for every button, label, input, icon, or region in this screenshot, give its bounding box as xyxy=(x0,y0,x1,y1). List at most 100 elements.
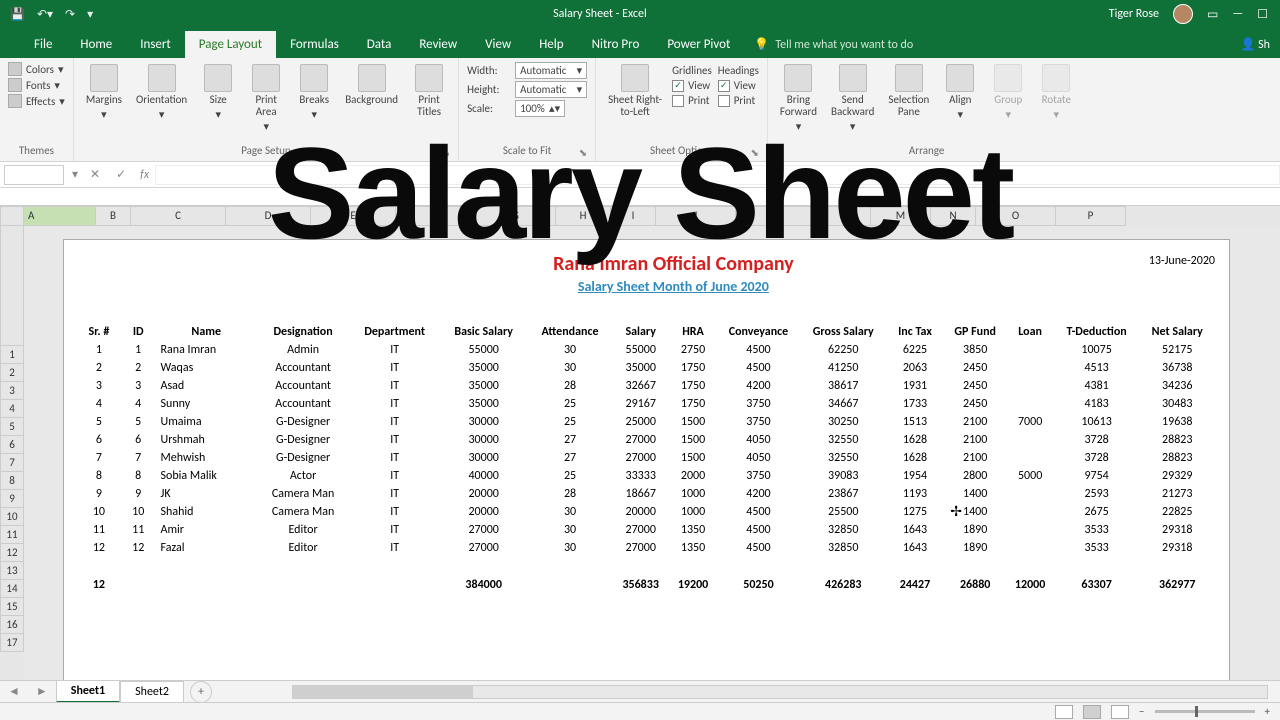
table-cell[interactable]: 36738 xyxy=(1140,359,1215,377)
add-sheet-button[interactable]: + xyxy=(190,681,212,703)
table-cell[interactable]: 4050 xyxy=(717,431,801,449)
table-cell[interactable]: 8 xyxy=(78,467,120,485)
scale-spinner[interactable]: 100%▴▾ xyxy=(515,100,565,117)
table-row[interactable]: 55UmaimaG-DesignerIT30000252500015003750… xyxy=(78,413,1215,431)
table-cell[interactable] xyxy=(1007,539,1054,557)
table-cell[interactable]: 23867 xyxy=(800,485,886,503)
row-header-15[interactable]: 15 xyxy=(0,598,24,616)
table-cell[interactable]: IT xyxy=(350,431,439,449)
table-cell[interactable]: 6 xyxy=(120,431,157,449)
row-header-blank[interactable] xyxy=(0,226,24,346)
table-cell[interactable]: IT xyxy=(350,341,439,359)
table-cell[interactable]: 1750 xyxy=(669,359,716,377)
table-cell[interactable]: 52175 xyxy=(1140,341,1215,359)
table-cell[interactable]: Sobia Malik xyxy=(157,467,256,485)
table-cell[interactable]: 27000 xyxy=(439,539,528,557)
col-header-B[interactable]: B xyxy=(96,206,131,226)
table-cell[interactable]: 11 xyxy=(120,521,157,539)
row-header-16[interactable]: 16 xyxy=(0,616,24,634)
table-cell[interactable]: 3533 xyxy=(1054,539,1140,557)
table-cell[interactable]: 26880 xyxy=(944,575,1007,593)
table-cell[interactable]: 5 xyxy=(120,413,157,431)
themes-colors-button[interactable]: Colors ▾ xyxy=(8,62,65,76)
qat-customize-icon[interactable]: ▾ xyxy=(87,7,93,22)
table-cell[interactable]: 4200 xyxy=(717,377,801,395)
table-cell[interactable]: 20000 xyxy=(439,503,528,521)
redo-icon[interactable]: ↷ xyxy=(65,7,75,22)
table-cell[interactable]: 356833 xyxy=(612,575,670,593)
fx-icon[interactable]: fx xyxy=(134,168,155,182)
table-cell[interactable]: 3533 xyxy=(1054,521,1140,539)
table-cell[interactable] xyxy=(1007,341,1054,359)
table-cell[interactable]: Admin xyxy=(256,341,350,359)
table-cell[interactable]: 2450 xyxy=(944,377,1007,395)
table-cell[interactable]: 30250 xyxy=(800,413,886,431)
table-cell[interactable]: 10613 xyxy=(1054,413,1140,431)
table-cell[interactable]: 32850 xyxy=(800,521,886,539)
table-cell[interactable]: 4500 xyxy=(717,539,801,557)
table-cell[interactable] xyxy=(157,575,256,593)
themes-effects-button[interactable]: Effects ▾ xyxy=(8,94,65,108)
table-cell[interactable]: 32850 xyxy=(800,539,886,557)
table-cell[interactable]: 6225 xyxy=(886,341,944,359)
gridlines-print-checkbox[interactable]: Print xyxy=(672,94,712,107)
table-cell[interactable]: 1750 xyxy=(669,395,716,413)
table-cell[interactable]: 35000 xyxy=(439,359,528,377)
table-cell[interactable]: 3 xyxy=(120,377,157,395)
row-header-3[interactable]: 3 xyxy=(0,382,24,400)
table-cell[interactable]: IT xyxy=(350,485,439,503)
table-cell[interactable] xyxy=(1007,377,1054,395)
salary-table[interactable]: Sr. #IDNameDesignationDepartmentBasic Sa… xyxy=(78,323,1215,593)
table-cell[interactable]: 9754 xyxy=(1054,467,1140,485)
col-header-O[interactable]: O xyxy=(976,206,1056,226)
table-cell[interactable]: 4500 xyxy=(717,359,801,377)
table-cell[interactable]: 1890 xyxy=(944,521,1007,539)
table-cell[interactable]: 4381 xyxy=(1054,377,1140,395)
table-cell[interactable]: Rana Imran xyxy=(157,341,256,359)
table-cell[interactable] xyxy=(1007,449,1054,467)
tab-nitro-pro[interactable]: Nitro Pro xyxy=(578,31,654,58)
table-row[interactable]: 1111AmirEditorIT270003027000135045003285… xyxy=(78,521,1215,539)
height-select[interactable]: Automatic▾ xyxy=(515,81,587,98)
tab-view[interactable]: View xyxy=(471,31,525,58)
table-cell[interactable]: 2100 xyxy=(944,449,1007,467)
table-row[interactable]: 88Sobia MalikActorIT40000253333320003750… xyxy=(78,467,1215,485)
table-cell[interactable]: 1890 xyxy=(944,539,1007,557)
row-header-13[interactable]: 13 xyxy=(0,562,24,580)
table-cell[interactable]: 10 xyxy=(78,503,120,521)
table-cell[interactable]: Mehwish xyxy=(157,449,256,467)
ribbon-display-icon[interactable]: ▭ xyxy=(1207,7,1218,22)
tab-formulas[interactable]: Formulas xyxy=(276,31,353,58)
table-cell[interactable]: Camera Man xyxy=(256,503,350,521)
table-cell[interactable]: 3750 xyxy=(717,413,801,431)
table-row[interactable]: 66UrshmahG-DesignerIT3000027270001500405… xyxy=(78,431,1215,449)
table-cell[interactable]: 38617 xyxy=(800,377,886,395)
table-cell[interactable]: 1628 xyxy=(886,431,944,449)
table-cell[interactable]: 1750 xyxy=(669,377,716,395)
table-cell[interactable]: 28 xyxy=(528,377,612,395)
col-header-N[interactable]: N xyxy=(931,206,976,226)
table-cell[interactable]: Asad xyxy=(157,377,256,395)
table-cell[interactable]: 2593 xyxy=(1054,485,1140,503)
table-cell[interactable]: 39083 xyxy=(800,467,886,485)
table-cell[interactable] xyxy=(1007,431,1054,449)
col-header-A[interactable]: A xyxy=(24,206,96,226)
table-cell[interactable]: 29318 xyxy=(1140,521,1215,539)
table-cell[interactable]: 6 xyxy=(78,431,120,449)
headings-print-checkbox[interactable]: Print xyxy=(718,94,759,107)
table-cell[interactable]: 25000 xyxy=(612,413,670,431)
col-header-I[interactable]: I xyxy=(611,206,656,226)
table-cell[interactable]: IT xyxy=(350,503,439,521)
tab-page-layout[interactable]: Page Layout xyxy=(185,31,276,58)
table-cell[interactable]: 30 xyxy=(528,359,612,377)
table-cell[interactable]: Editor xyxy=(256,521,350,539)
table-cell[interactable]: 1000 xyxy=(669,503,716,521)
table-cell[interactable]: 362977 xyxy=(1140,575,1215,593)
table-cell[interactable]: Accountant xyxy=(256,377,350,395)
table-cell[interactable]: 2450 xyxy=(944,359,1007,377)
tab-file[interactable]: File xyxy=(20,31,66,58)
table-row[interactable]: 33AsadAccountantIT3500028326671750420038… xyxy=(78,377,1215,395)
table-cell[interactable]: 4200 xyxy=(717,485,801,503)
margins-button[interactable]: Margins▾ xyxy=(82,62,126,123)
table-row[interactable]: 22WaqasAccountantIT350003035000175045004… xyxy=(78,359,1215,377)
